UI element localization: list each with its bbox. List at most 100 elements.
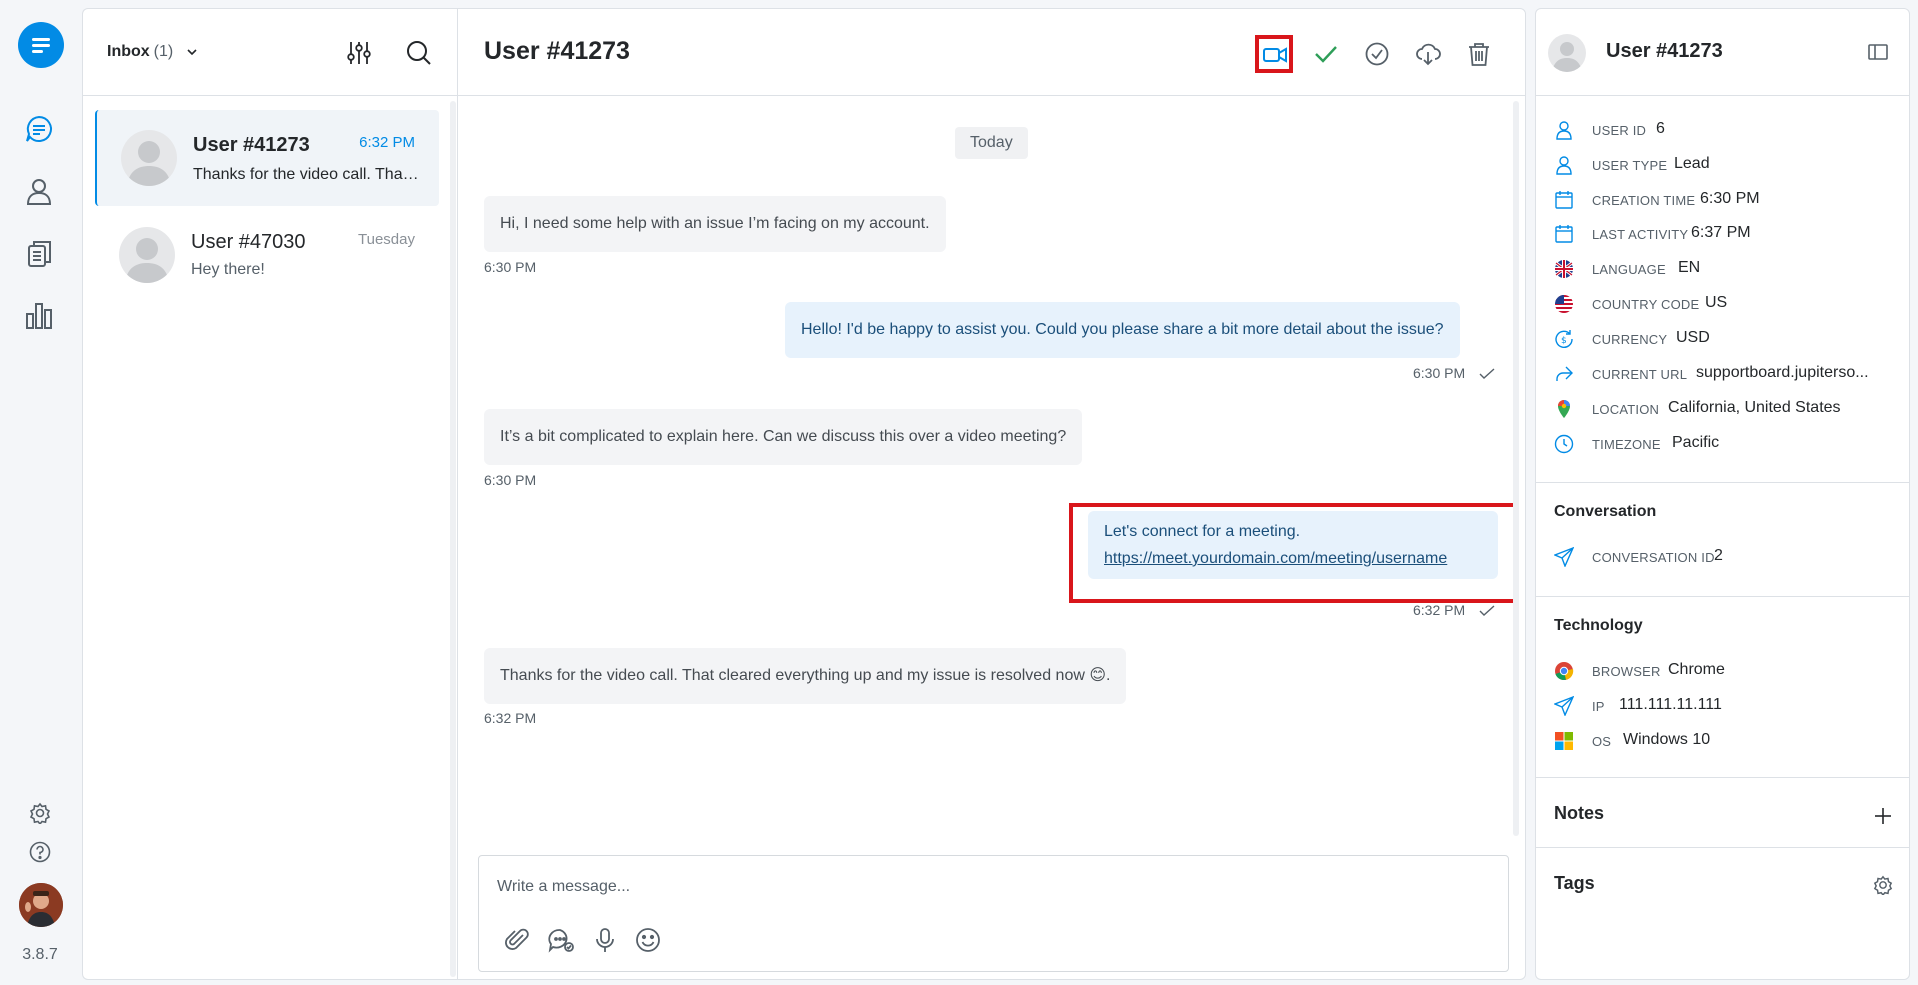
inbox-filter-dropdown[interactable]: Inbox (1) — [107, 43, 198, 61]
trash-icon — [1469, 43, 1489, 66]
message-list: Today Hi, I need some help with an issue… — [458, 97, 1525, 842]
app-version: 3.8.7 — [22, 946, 58, 963]
meeting-link[interactable]: https://meet.yourdomain.com/meeting/user… — [1104, 550, 1447, 567]
conversation-preview: Thanks for the video call. That cleared … — [193, 166, 419, 183]
search-icon[interactable] — [405, 39, 433, 67]
share-arrow-icon — [1554, 364, 1574, 384]
documents-icon[interactable] — [24, 238, 54, 268]
detail-label: Current URL — [1592, 367, 1688, 382]
svg-text:$: $ — [1561, 336, 1567, 346]
tags-settings-gear-icon[interactable] — [1873, 875, 1893, 895]
detail-label: Browser — [1592, 664, 1661, 679]
message-time-row: 6:30 PM — [1413, 365, 1495, 381]
emoji-icon[interactable] — [634, 926, 662, 954]
detail-label: Language — [1592, 262, 1666, 277]
list-scrollbar[interactable] — [450, 101, 456, 977]
chat-scrollbar[interactable] — [1513, 101, 1519, 836]
message-time: 6:30 PM — [1413, 365, 1466, 381]
detail-label: Creation Time — [1592, 193, 1696, 208]
us-flag-icon — [1554, 294, 1574, 314]
download-button[interactable] — [1409, 35, 1447, 73]
message-time-row: 6:32 PM — [1413, 602, 1495, 618]
inbox-label: Inbox — [107, 43, 150, 60]
section-divider — [1536, 482, 1909, 483]
detail-value[interactable]: 6 — [1656, 120, 1665, 138]
clock-icon — [1554, 434, 1574, 454]
detail-value: Lead — [1674, 155, 1710, 172]
app-logo-icon[interactable] — [18, 22, 64, 68]
conversation-item[interactable]: User #47030 Tuesday Hey there! — [95, 207, 439, 303]
message-bubble-incoming: Hi, I need some help with an issue I’m f… — [484, 196, 946, 252]
conversation-time: 6:32 PM — [359, 134, 415, 151]
detail-value: 2 — [1714, 547, 1723, 564]
user-outline-icon — [1554, 155, 1574, 175]
chat-header: User #41273 — [458, 9, 1525, 96]
detail-value: 111.111.11.111 — [1619, 696, 1722, 713]
detail-label: User ID — [1592, 123, 1647, 138]
calendar-icon — [1554, 224, 1574, 244]
avatar[interactable] — [19, 883, 63, 927]
archive-button[interactable] — [1358, 35, 1396, 73]
user-icon[interactable] — [24, 176, 54, 206]
gear-icon[interactable] — [29, 802, 51, 824]
chrome-icon — [1554, 661, 1574, 681]
detail-label: Currency — [1592, 332, 1668, 347]
chat-bubble-icon[interactable] — [24, 114, 54, 144]
paperclip-icon[interactable] — [503, 926, 531, 954]
detail-value: California, United States — [1668, 399, 1841, 416]
detail-value: USD — [1676, 329, 1710, 346]
saved-replies-icon[interactable] — [547, 926, 575, 954]
message-composer — [478, 855, 1509, 972]
chat-panel: User #41273 Today Hi, I need some help w… — [457, 8, 1526, 980]
video-camera-icon — [1263, 47, 1287, 63]
tags-title: Tags — [1554, 873, 1595, 893]
user-outline-icon — [1554, 120, 1574, 140]
question-icon[interactable] — [29, 841, 51, 863]
bar-chart-icon[interactable] — [24, 300, 54, 330]
conversation-section-title: Conversation — [1554, 503, 1657, 520]
user-details-panel: User #41273 User ID 6 User Type Lead Cre… — [1535, 8, 1910, 980]
delete-button[interactable] — [1460, 35, 1498, 73]
chevron-down-icon — [186, 46, 198, 58]
list-header: Inbox (1) — [83, 9, 458, 96]
detail-label: Country Code — [1592, 297, 1700, 312]
detail-value: EN — [1678, 259, 1701, 276]
detail-label: Last Activity — [1592, 227, 1689, 242]
chat-title: User #41273 — [484, 37, 630, 65]
message-time: 6:30 PM — [484, 472, 537, 488]
checkmark-icon — [1315, 46, 1337, 63]
mark-resolved-button[interactable] — [1307, 35, 1345, 73]
conversation-name: User #41273 — [193, 134, 310, 156]
detail-value: Pacific — [1672, 434, 1720, 451]
section-divider — [1536, 596, 1909, 597]
microphone-icon[interactable] — [591, 926, 619, 954]
detail-value: 6:37 PM — [1691, 224, 1751, 241]
detail-value: Windows 10 — [1623, 731, 1711, 748]
user-avatar-icon — [121, 130, 177, 186]
windows-icon — [1554, 731, 1574, 751]
read-check-icon — [1479, 368, 1495, 380]
inbox-count: (1) — [153, 43, 174, 60]
send-icon — [1554, 547, 1574, 567]
notes-title: Notes — [1554, 803, 1605, 823]
conversation-time: Tuesday — [358, 231, 415, 248]
detail-value[interactable]: supportboard.jupiterso... — [1696, 364, 1869, 382]
conversation-name: User #47030 — [191, 231, 306, 253]
detail-label: IP — [1592, 699, 1605, 714]
filter-sliders-icon[interactable] — [345, 39, 373, 67]
message-input[interactable] — [497, 874, 1477, 900]
message-bubble-outgoing: Let's connect for a meeting. https://mee… — [1088, 511, 1498, 579]
detail-label: Timezone — [1592, 437, 1661, 452]
detail-label: OS — [1592, 734, 1612, 749]
video-call-button[interactable] — [1255, 35, 1293, 73]
conversation-list-panel: Inbox (1) User #41273 6:32 PM Thanks for … — [82, 8, 458, 980]
add-note-plus-icon[interactable] — [1873, 806, 1893, 826]
section-divider — [1536, 777, 1909, 778]
read-check-icon — [1479, 605, 1495, 617]
conversation-item-active[interactable]: User #41273 6:32 PM Thanks for the video… — [95, 110, 439, 206]
detail-label: User Type — [1592, 158, 1668, 173]
conversation-preview: Hey there! — [191, 261, 265, 278]
sidebar-toggle-icon[interactable] — [1867, 41, 1889, 63]
calendar-icon — [1554, 190, 1574, 210]
date-divider: Today — [955, 127, 1028, 159]
